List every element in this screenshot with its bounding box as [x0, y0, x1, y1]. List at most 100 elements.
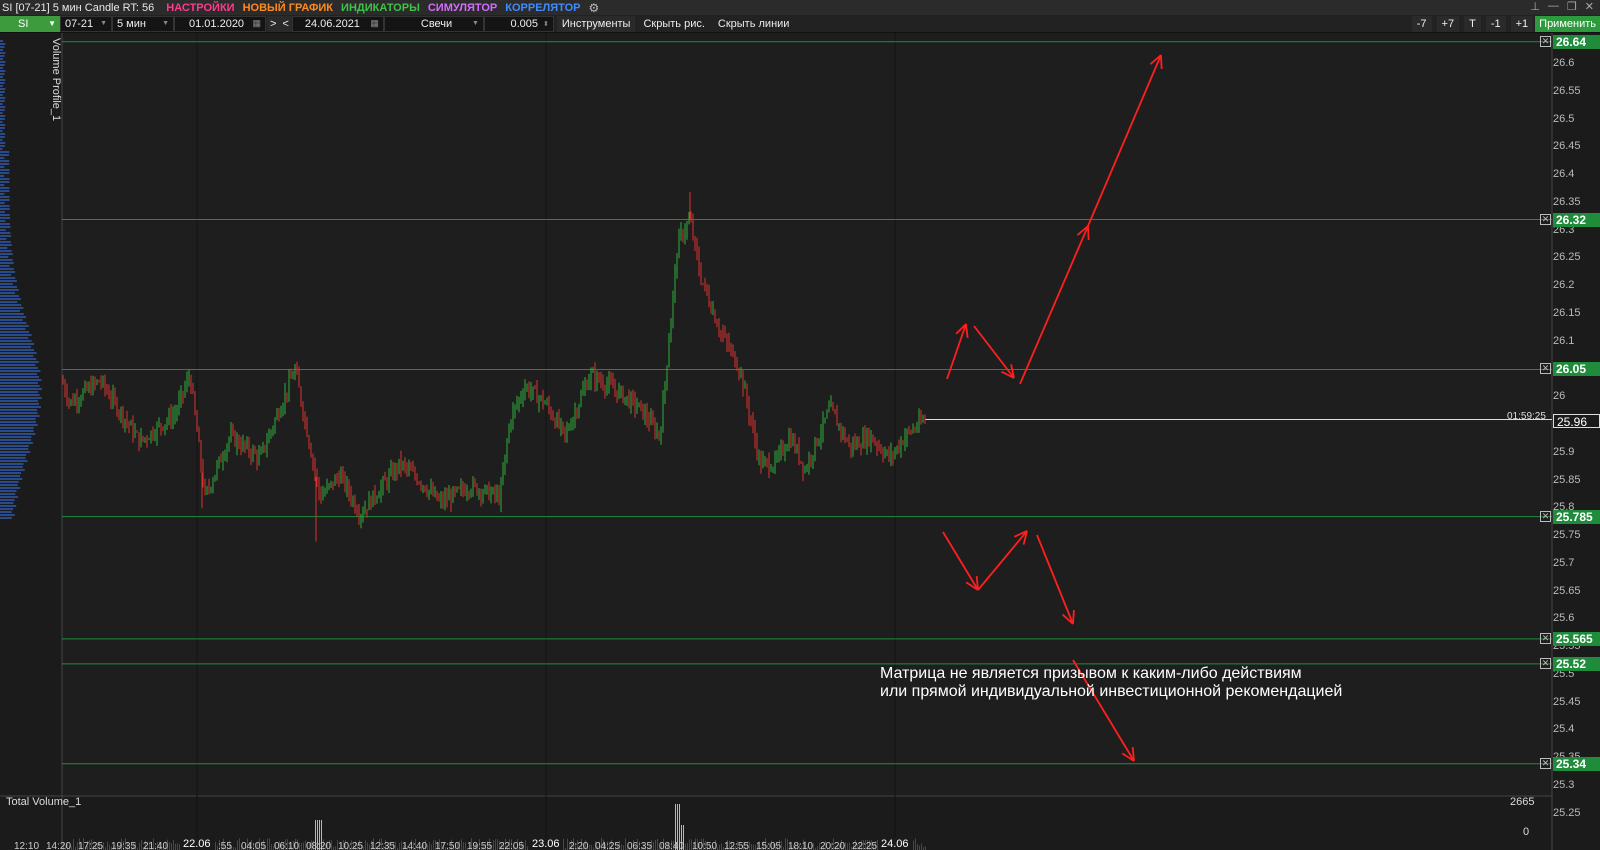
volume-bar — [845, 842, 846, 850]
volume-profile-bar — [0, 241, 11, 243]
volume-profile-bar — [0, 433, 36, 435]
volume-profile-bar — [0, 418, 36, 420]
price-chart[interactable] — [0, 0, 1600, 850]
volume-profile-bar — [0, 169, 10, 171]
volume-profile-bar — [0, 505, 17, 507]
volume-profile-bar — [0, 250, 12, 252]
chart-grid — [0, 33, 1600, 850]
volume-profile-bar — [0, 427, 34, 429]
remove-level-icon[interactable]: ✕ — [1540, 657, 1551, 669]
disclaimer-line-2: или прямой индивидуальной инвестиционной… — [880, 683, 1343, 700]
volume-profile-bar — [0, 364, 36, 366]
price-tick-label: 25.65 — [1553, 584, 1581, 597]
volume-profile-bar — [0, 136, 5, 138]
volume-profile-bar — [0, 220, 6, 222]
volume-profile-bar — [0, 385, 40, 387]
volume-bar — [525, 840, 526, 850]
volume-bar — [139, 842, 140, 850]
remove-level-icon[interactable]: ✕ — [1540, 35, 1551, 47]
volume-bar — [303, 842, 304, 850]
volume-profile-bar — [0, 217, 11, 219]
volume-profile-bar — [0, 277, 16, 279]
volume-bar — [465, 842, 466, 850]
price-tick-label: 25.25 — [1553, 806, 1581, 819]
volume-profile-bar — [0, 442, 33, 444]
volume-profile-bar — [0, 112, 3, 114]
price-tick-label: 26.6 — [1553, 57, 1575, 69]
volume-bar — [919, 845, 920, 850]
time-tick-label: 06:35 — [627, 841, 653, 850]
remove-level-icon[interactable]: ✕ — [1540, 510, 1551, 522]
volume-bar — [915, 838, 916, 850]
volume-bar — [849, 842, 850, 850]
volume-profile-bar — [0, 301, 18, 303]
remove-level-icon[interactable]: ✕ — [1540, 757, 1551, 769]
volume-profile-bar — [0, 316, 27, 318]
volume-profile-bar — [0, 331, 30, 333]
volume-bar — [335, 846, 336, 850]
volume-profile-bar — [0, 121, 3, 123]
volume-profile-bar — [0, 202, 5, 204]
volume-profile-bar — [0, 268, 14, 270]
time-tick-label: 06:10 — [274, 841, 300, 850]
volume-profile-label: Volume Profile_1 — [50, 38, 62, 122]
volume-profile-bar — [0, 64, 5, 66]
time-tick-label: 08:40 — [659, 841, 685, 850]
volume-bar — [109, 844, 110, 850]
volume-profile-bar — [0, 322, 27, 324]
volume-profile-bar — [0, 97, 6, 99]
volume-profile-bar — [0, 148, 3, 150]
volume-profile-bar — [0, 124, 6, 126]
volume-profile-bar — [0, 271, 16, 273]
volume-profile-bar — [0, 376, 40, 378]
volume-profile-bar — [0, 178, 10, 180]
volume-bar — [365, 840, 366, 850]
volume-profile-bar — [0, 403, 39, 405]
remove-level-icon[interactable]: ✕ — [1540, 632, 1551, 644]
disclaimer-line-1: Матрица не является призывом к каким-либ… — [880, 665, 1302, 682]
price-tick-label: 26.25 — [1553, 251, 1581, 264]
volume-profile-bar — [0, 154, 10, 156]
volume-profile-bar — [0, 349, 35, 351]
volume-bar — [655, 839, 656, 850]
price-tick-label: 25.75 — [1553, 529, 1581, 542]
volume-profile-bar — [0, 43, 6, 45]
volume-bar — [567, 838, 568, 850]
time-tick-label: 14:20 — [46, 841, 72, 850]
volume-profile-bar — [0, 313, 24, 315]
remove-level-icon[interactable]: ✕ — [1540, 363, 1551, 375]
volume-profile-bar — [0, 400, 38, 402]
volume-profile-bar — [0, 307, 24, 309]
volume-profile-bar — [0, 340, 32, 342]
volume-profile-bar — [0, 439, 32, 441]
date-tick-label: 24.06 — [878, 838, 912, 850]
volume-profile-bar — [0, 199, 10, 201]
volume-profile-bar — [0, 280, 17, 282]
remove-level-icon[interactable]: ✕ — [1540, 213, 1551, 225]
price-tick-label: 25.4 — [1553, 723, 1575, 736]
volume-profile-bar — [0, 91, 5, 93]
time-tick-label: 18:10 — [788, 841, 814, 850]
volume-bar — [847, 843, 848, 850]
time-tick-label: 22:05 — [499, 841, 525, 850]
volume-profile-bar — [0, 415, 40, 417]
volume-profile-bar — [0, 319, 23, 321]
volume-profile-bar — [0, 496, 18, 498]
volume-profile-bar — [0, 325, 29, 327]
volume-bar — [749, 841, 750, 850]
volume-profile-bar — [0, 382, 38, 384]
volume-profile-bar — [0, 145, 5, 147]
date-tick-label: 23.06 — [529, 838, 563, 850]
arrow-head — [1072, 609, 1075, 625]
price-tick-label: 26.55 — [1553, 84, 1581, 97]
volume-profile-bar — [0, 361, 39, 363]
volume-profile-bar — [0, 76, 3, 78]
volume-profile-bar — [0, 481, 19, 483]
time-tick-label: 19:35 — [111, 841, 137, 850]
volume-profile-bar — [0, 175, 5, 177]
volume-profile-bar — [0, 430, 34, 432]
volume-profile-bar — [0, 397, 42, 399]
level-price-box: 25.565 — [1553, 631, 1600, 646]
volume-profile-bar — [0, 205, 10, 207]
volume-profile-bar — [0, 229, 6, 231]
